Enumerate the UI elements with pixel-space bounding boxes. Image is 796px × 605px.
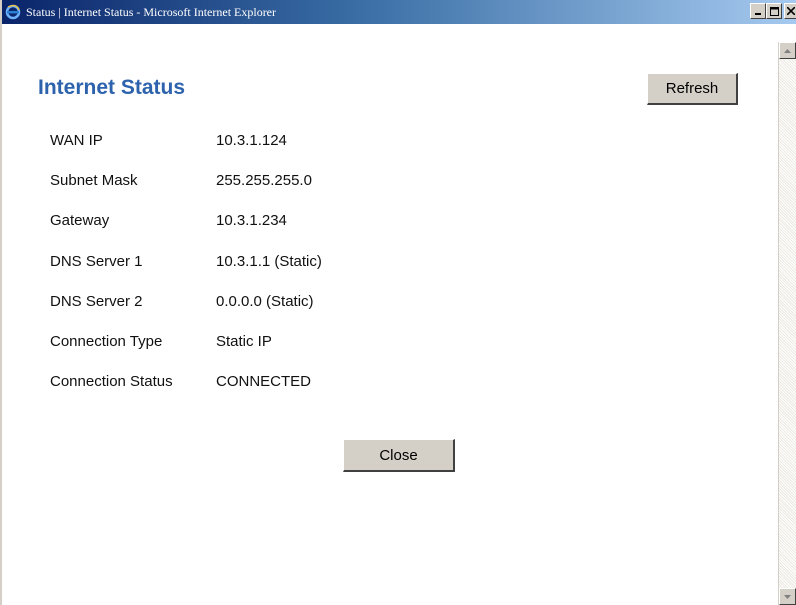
row-label: Subnet Mask (50, 172, 138, 189)
maximize-button[interactable] (766, 3, 782, 19)
refresh-button[interactable]: Refresh (647, 73, 738, 105)
close-button[interactable]: Close (343, 439, 455, 472)
close-window-button[interactable] (784, 3, 796, 19)
maximize-icon (769, 6, 779, 16)
row-label: Connection Status (50, 373, 173, 390)
page-content (4, 42, 778, 605)
row-value: Static IP (216, 333, 272, 350)
scroll-down-button[interactable] (779, 588, 796, 605)
scroll-up-button[interactable] (779, 42, 796, 59)
arrow-down-icon (784, 594, 791, 599)
window-controls (750, 3, 796, 19)
page-title: Internet Status (38, 76, 186, 99)
title-bar[interactable]: Status | Internet Status - Microsoft Int… (2, 0, 796, 24)
browser-window: Status | Internet Status - Microsoft Int… (0, 0, 796, 605)
minimize-button[interactable] (750, 3, 766, 19)
row-label: DNS Server 2 (50, 293, 143, 310)
row-value: CONNECTED (216, 373, 312, 390)
minimize-icon (755, 13, 761, 15)
row-value: 10.3.1.124 (216, 132, 287, 149)
ie-icon (5, 4, 21, 20)
row-label: Connection Type (50, 333, 163, 350)
row-value: 255.255.255.0 (216, 172, 312, 189)
row-value: 10.3.1.234 (216, 212, 287, 229)
arrow-up-icon (784, 48, 791, 53)
row-label: Gateway (50, 212, 110, 229)
close-icon (787, 7, 795, 15)
row-value: 10.3.1.1 (Static) (216, 253, 322, 270)
row-value: 0.0.0.0 (Static) (216, 293, 314, 310)
vertical-scrollbar[interactable] (778, 42, 796, 605)
row-label: WAN IP (50, 132, 103, 149)
window-title: Status | Internet Status - Microsoft Int… (26, 4, 277, 19)
row-label: DNS Server 1 (50, 253, 143, 270)
